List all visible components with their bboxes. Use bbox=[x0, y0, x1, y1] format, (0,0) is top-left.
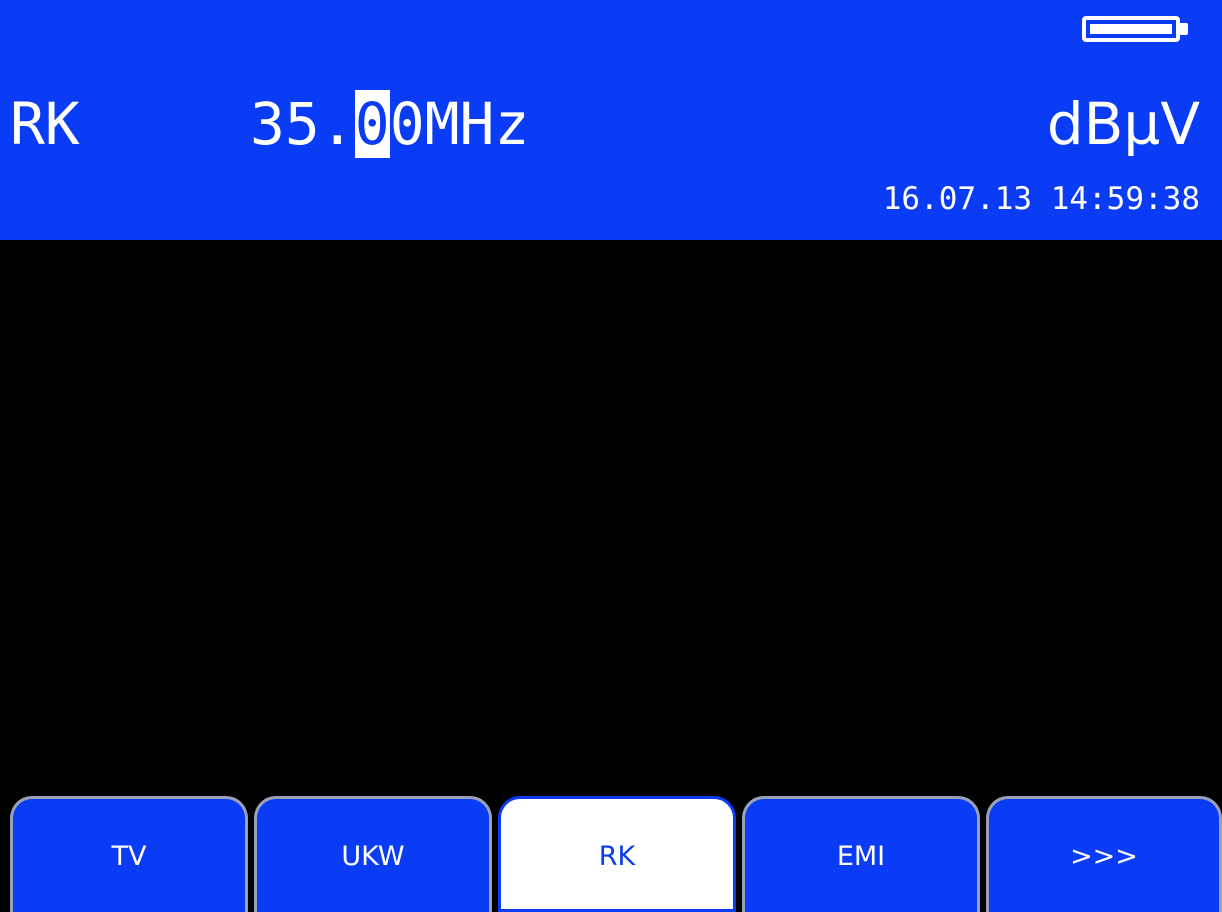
softkey-tv[interactable]: TV bbox=[10, 796, 248, 912]
softkey-label: TV bbox=[111, 841, 147, 872]
softkey-ukw[interactable]: UKW bbox=[254, 796, 492, 912]
softkey-bar: TV UKW RK EMI >>> bbox=[0, 794, 1222, 912]
measurement-display-area bbox=[0, 240, 1222, 794]
softkey-label: RK bbox=[598, 841, 636, 872]
instrument-screen: RK 35.00MHz dBµV 16.07.13 14:59:38 TV UK… bbox=[0, 0, 1222, 912]
status-header: RK 35.00MHz dBµV 16.07.13 14:59:38 bbox=[0, 0, 1222, 240]
frequency-readout[interactable]: 35.00MHz bbox=[250, 90, 529, 158]
mode-label: RK bbox=[10, 90, 80, 158]
frequency-edit-cursor-digit[interactable]: 0 bbox=[354, 90, 390, 158]
battery-level-fill bbox=[1090, 24, 1172, 34]
softkey-label: EMI bbox=[836, 841, 886, 872]
softkey-label: UKW bbox=[341, 841, 405, 872]
battery-full-icon bbox=[1082, 16, 1190, 42]
softkey-more[interactable]: >>> bbox=[986, 796, 1222, 912]
level-unit-label[interactable]: dBµV bbox=[1047, 95, 1200, 153]
softkey-label: >>> bbox=[1070, 841, 1138, 872]
frequency-integer-part: 35. bbox=[250, 90, 355, 158]
frequency-remaining-part: 0MHz bbox=[389, 90, 530, 158]
date-time-readout: 16.07.13 14:59:38 bbox=[882, 181, 1200, 217]
battery-terminal bbox=[1180, 23, 1188, 35]
softkey-rk[interactable]: RK bbox=[498, 796, 736, 912]
softkey-emi[interactable]: EMI bbox=[742, 796, 980, 912]
